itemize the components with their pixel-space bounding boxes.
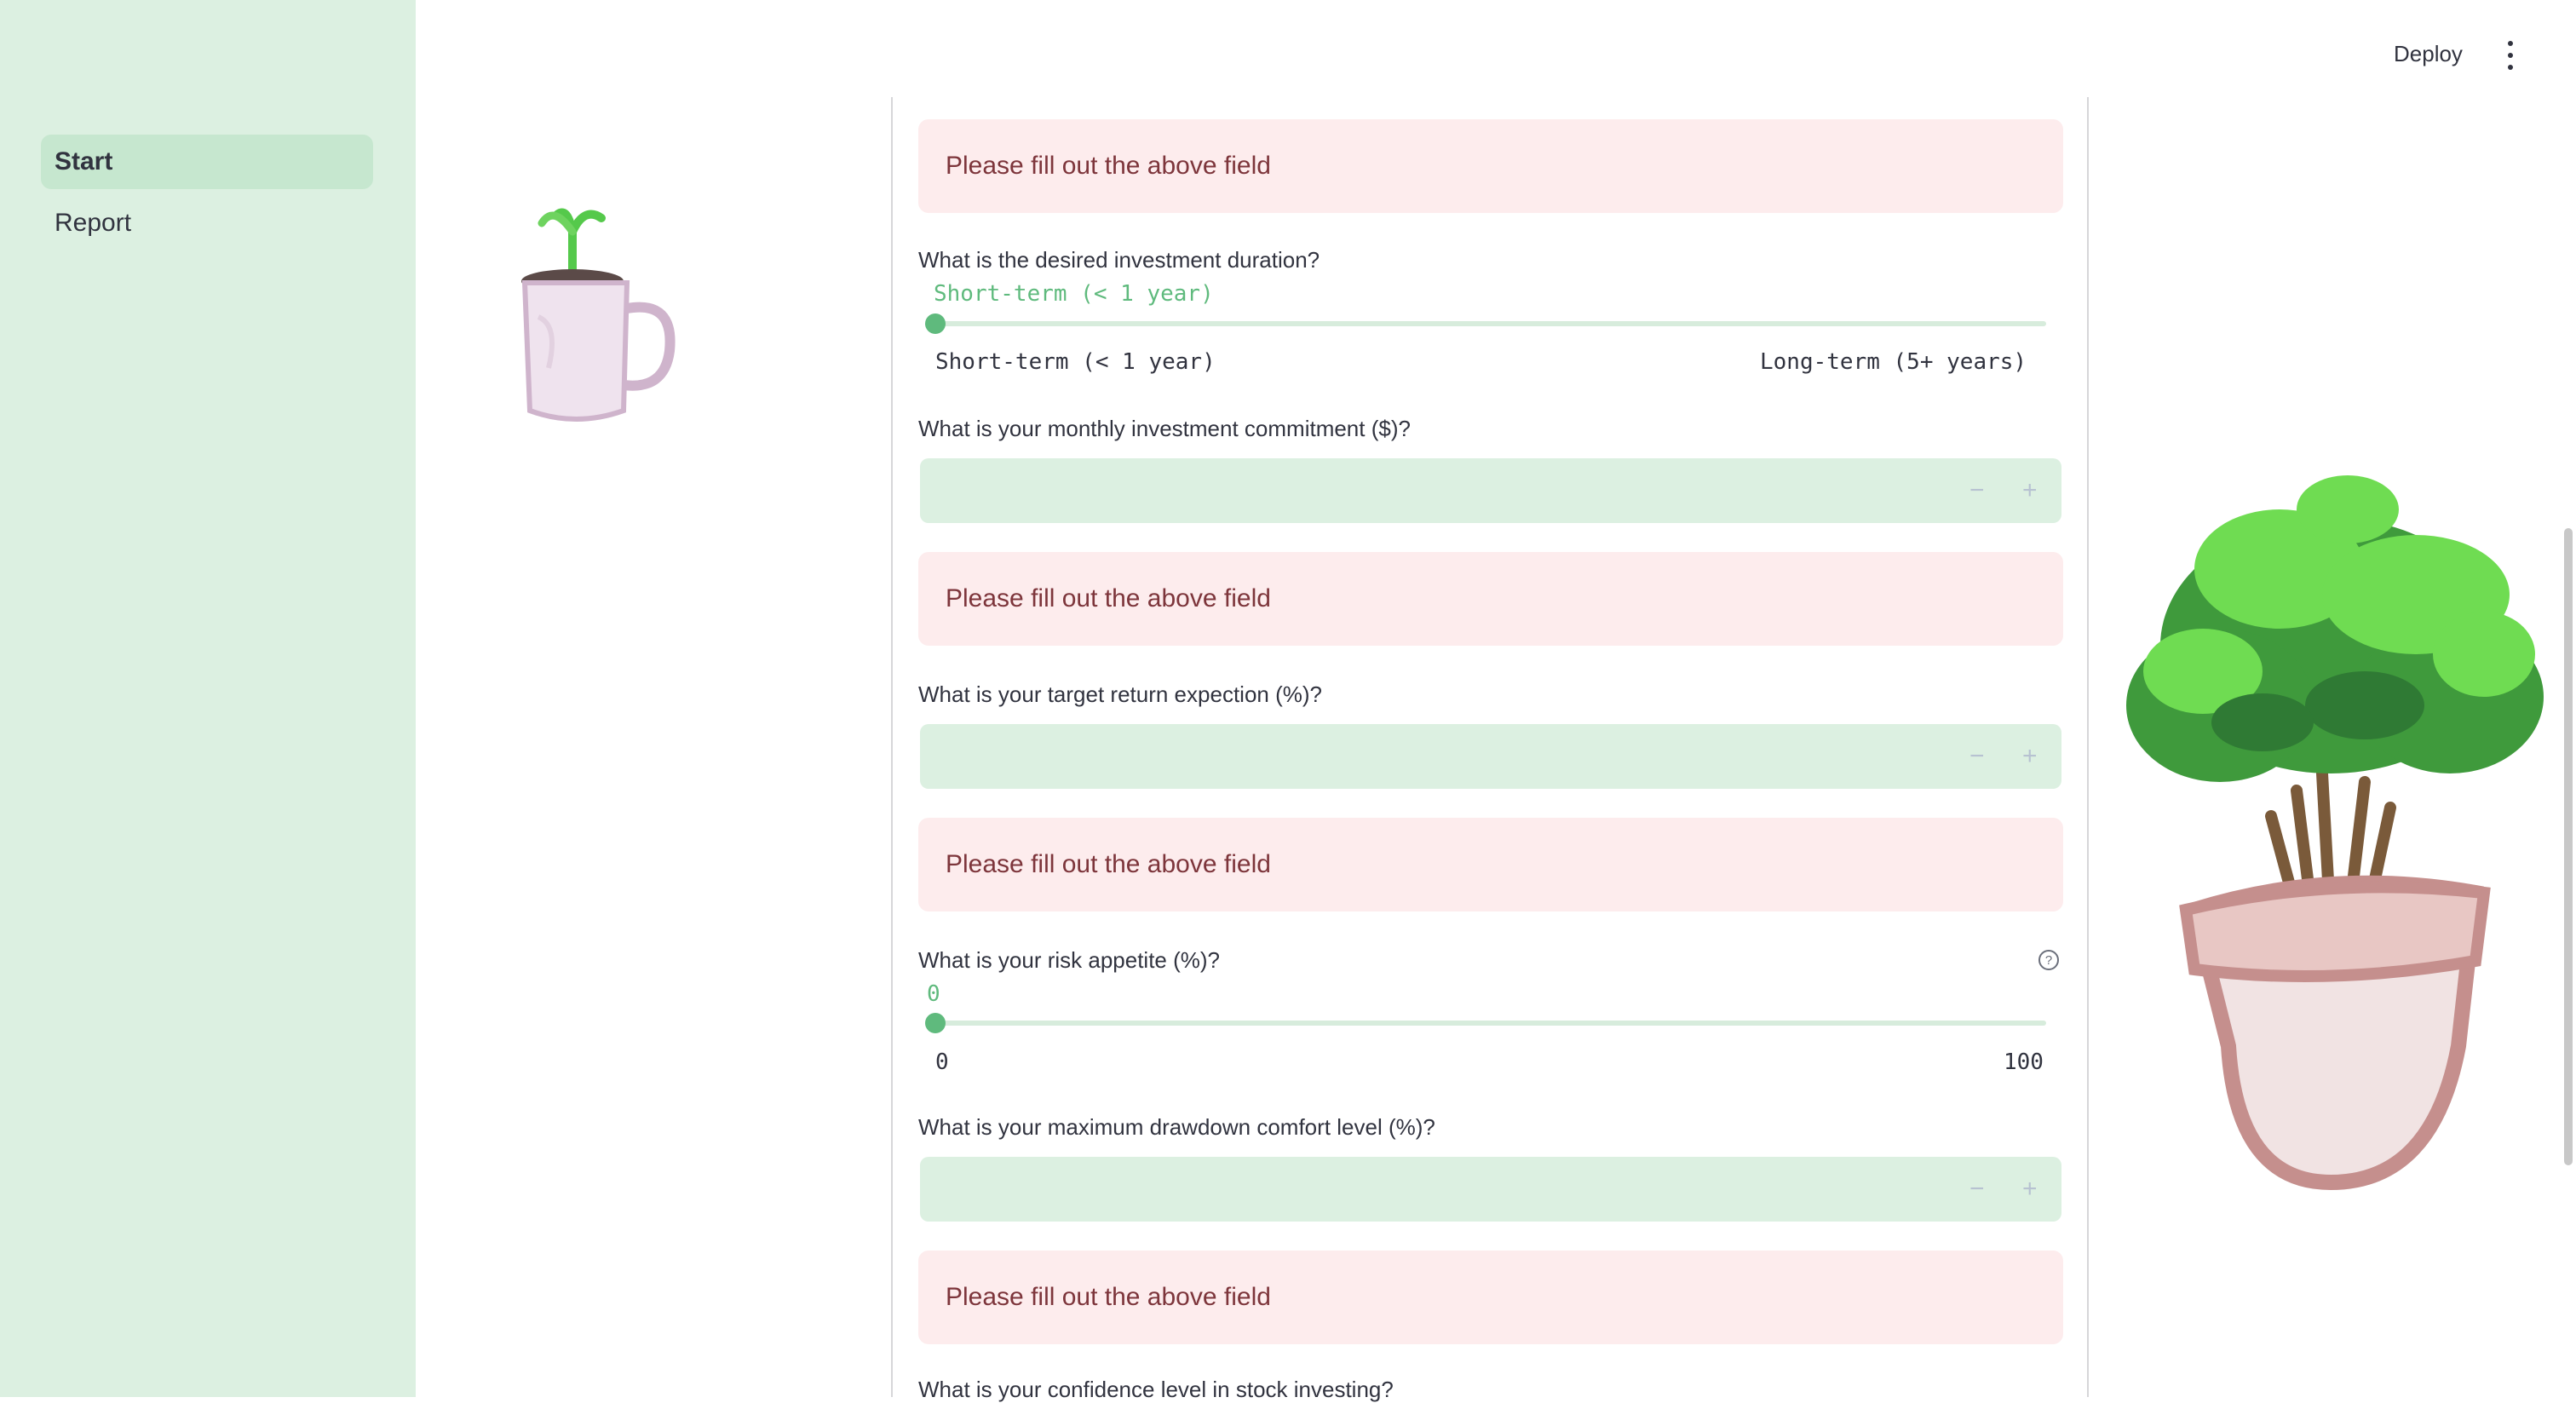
target-return-input[interactable]: − + bbox=[920, 724, 2061, 789]
duration-slider-track[interactable] bbox=[935, 321, 2046, 326]
risk-slider-max: 100 bbox=[2004, 1049, 2044, 1075]
column-border-left bbox=[891, 97, 893, 1397]
increment-button[interactable]: + bbox=[2022, 739, 2038, 773]
decrement-button[interactable]: − bbox=[1969, 1172, 1985, 1206]
alert-text: Please fill out the above field bbox=[946, 152, 1271, 180]
page-scrollbar[interactable] bbox=[2564, 528, 2573, 1165]
validation-alert: Please fill out the above field bbox=[918, 552, 2063, 646]
sidebar: Start Report bbox=[0, 0, 416, 1397]
potted-plant-illustration bbox=[2126, 475, 2544, 1191]
risk-slider-min: 0 bbox=[935, 1049, 949, 1075]
confidence-question: What is your confidence level in stock i… bbox=[918, 1377, 1394, 1402]
alert-text: Please fill out the above field bbox=[946, 850, 1271, 878]
sidebar-item-label: Report bbox=[55, 209, 132, 237]
decrement-button[interactable]: − bbox=[1969, 474, 1985, 508]
monthly-commitment-input[interactable]: − + bbox=[920, 458, 2061, 523]
monthly-commitment-question: What is your monthly investment commitme… bbox=[918, 416, 1411, 441]
validation-alert: Please fill out the above field bbox=[918, 1251, 2063, 1344]
sidebar-item-start[interactable]: Start bbox=[41, 135, 373, 189]
deploy-button[interactable]: Deploy bbox=[2394, 41, 2463, 67]
duration-slider-value: Short-term (< 1 year) bbox=[934, 281, 1214, 307]
drawdown-question: What is your maximum drawdown comfort le… bbox=[918, 1114, 1435, 1140]
duration-slider-min: Short-term (< 1 year) bbox=[935, 349, 1216, 375]
risk-slider-track[interactable] bbox=[935, 1021, 2046, 1026]
risk-slider-value: 0 bbox=[927, 981, 940, 1007]
alert-text: Please fill out the above field bbox=[946, 584, 1271, 612]
increment-button[interactable]: + bbox=[2022, 474, 2038, 508]
kebab-menu-icon[interactable] bbox=[2498, 41, 2523, 70]
duration-question: What is the desired investment duration? bbox=[918, 247, 1320, 273]
target-return-question: What is your target return expection (%)… bbox=[918, 681, 1322, 707]
sidebar-item-report[interactable]: Report bbox=[41, 196, 373, 250]
duration-slider-thumb[interactable] bbox=[925, 313, 946, 334]
risk-slider-thumb[interactable] bbox=[925, 1013, 946, 1033]
risk-appetite-question: What is your risk appetite (%)? bbox=[918, 947, 1221, 973]
decrement-button[interactable]: − bbox=[1969, 739, 1985, 773]
increment-button[interactable]: + bbox=[2022, 1172, 2038, 1206]
help-icon[interactable]: ? bbox=[2038, 949, 2060, 971]
svg-text:?: ? bbox=[2045, 953, 2052, 968]
validation-alert: Please fill out the above field bbox=[918, 119, 2063, 213]
validation-alert: Please fill out the above field bbox=[918, 818, 2063, 911]
sidebar-item-label: Start bbox=[55, 147, 113, 175]
drawdown-input[interactable]: − + bbox=[920, 1157, 2061, 1222]
seedling-mug-illustration bbox=[521, 208, 676, 422]
duration-slider-max: Long-term (5+ years) bbox=[1760, 349, 2027, 375]
column-border-right bbox=[2087, 97, 2089, 1397]
alert-text: Please fill out the above field bbox=[946, 1283, 1271, 1311]
